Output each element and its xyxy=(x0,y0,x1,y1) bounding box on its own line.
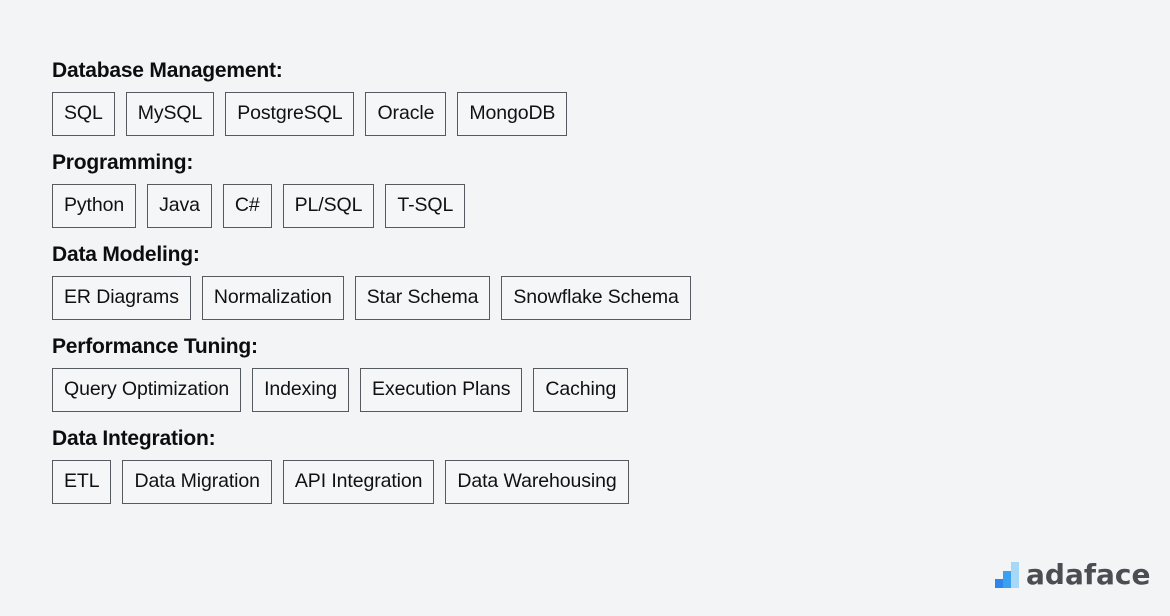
skill-tag: Indexing xyxy=(252,368,350,412)
skill-tag: T-SQL xyxy=(385,184,466,228)
skill-tag: C# xyxy=(222,184,272,228)
skill-tag: PostgreSQL xyxy=(225,92,355,136)
skill-tag: Data Migration xyxy=(122,460,272,504)
section-title: Database Management: xyxy=(52,59,283,82)
skill-tag: Oracle xyxy=(365,92,447,136)
skill-tag: Java xyxy=(147,184,212,228)
skill-tag: PL/SQL xyxy=(282,184,375,228)
skill-tag: Python xyxy=(52,184,137,228)
skill-tag: Star Schema xyxy=(354,276,491,320)
skill-tag: SQL xyxy=(52,92,115,136)
tag-list: Query Optimization Indexing Execution Pl… xyxy=(52,368,691,412)
section-title: Programming: xyxy=(52,151,194,174)
section-performance-tuning: Performance Tuning: Query Optimization I… xyxy=(52,334,691,412)
tag-list: Python Java C# PL/SQL T-SQL xyxy=(52,184,691,228)
logo-bar xyxy=(995,579,1003,588)
skill-tag: Snowflake Schema xyxy=(501,276,691,320)
section-data-integration: Data Integration: ETL Data Migration API… xyxy=(52,426,691,504)
skill-tag: Execution Plans xyxy=(360,368,523,412)
logo-wordmark: adaface xyxy=(1026,558,1151,591)
section-programming: Programming: Python Java C# PL/SQL T-SQL xyxy=(52,150,691,228)
skill-tag: API Integration xyxy=(282,460,435,504)
logo-bar xyxy=(1003,571,1011,588)
tag-list: SQL MySQL PostgreSQL Oracle MongoDB xyxy=(52,92,691,136)
skill-tag: ER Diagrams xyxy=(52,276,191,320)
skill-tag: Normalization xyxy=(201,276,344,320)
tag-list: ER Diagrams Normalization Star Schema Sn… xyxy=(52,276,691,320)
tag-list: ETL Data Migration API Integration Data … xyxy=(52,460,691,504)
adaface-logo: adaface xyxy=(995,560,1151,590)
section-database-management: Database Management: SQL MySQL PostgreSQ… xyxy=(52,58,691,136)
skill-tag: Caching xyxy=(533,368,629,412)
skills-list: Database Management: SQL MySQL PostgreSQ… xyxy=(52,58,691,518)
bar-chart-logo-icon xyxy=(995,562,1021,588)
section-title: Data Integration: xyxy=(52,427,216,450)
skill-tag: Data Warehousing xyxy=(445,460,629,504)
section-data-modeling: Data Modeling: ER Diagrams Normalization… xyxy=(52,242,691,320)
skill-tag: ETL xyxy=(52,460,112,504)
skill-tag: Query Optimization xyxy=(52,368,242,412)
skill-tag: MySQL xyxy=(125,92,215,136)
section-title: Performance Tuning: xyxy=(52,335,258,358)
skill-tag: MongoDB xyxy=(457,92,568,136)
section-title: Data Modeling: xyxy=(52,243,200,266)
logo-bar xyxy=(1011,562,1019,588)
